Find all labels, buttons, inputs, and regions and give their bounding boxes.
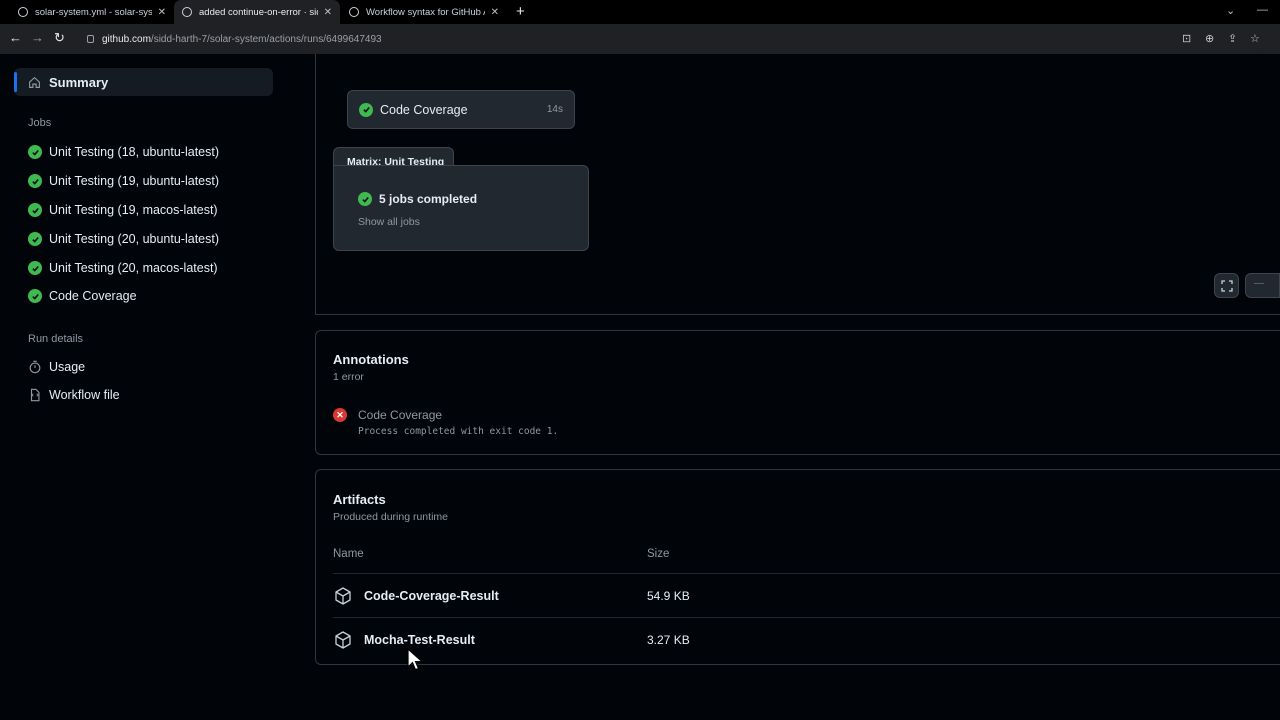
sidebar-item-label: Summary — [49, 74, 109, 90]
sidebar-item-workflow-file[interactable]: Workflow file — [28, 384, 120, 406]
artifacts-panel: Artifacts Produced during runtime Name S… — [315, 469, 1280, 665]
matrix-card: 5 jobs completed Show all jobs — [333, 165, 589, 251]
success-check-icon — [28, 174, 42, 188]
success-check-icon — [28, 145, 42, 159]
job-duration: 14s — [546, 104, 563, 115]
show-all-jobs-link[interactable]: Show all jobs — [358, 216, 420, 228]
job-label: Unit Testing (18, ubuntu-latest) — [49, 145, 220, 159]
active-indicator — [14, 72, 17, 92]
job-label: Unit Testing (20, macos-latest) — [49, 261, 218, 275]
run-details-heading: Run details — [28, 333, 84, 345]
column-header-size: Size — [647, 548, 670, 560]
artifact-row[interactable]: Code-Coverage-Result — [333, 583, 499, 609]
install-icon[interactable]: ⊡ — [1182, 32, 1191, 45]
sidebar-item-label: Usage — [49, 360, 86, 374]
github-icon — [18, 7, 28, 17]
sidebar-job-item[interactable]: Unit Testing (19, ubuntu-latest) — [28, 170, 219, 192]
url-host: github.com — [102, 33, 151, 45]
home-icon — [29, 76, 40, 88]
browser-tab-1[interactable]: solar-system.yml - solar-system ✕ — [10, 0, 174, 24]
job-label: Code Coverage — [49, 289, 137, 303]
annotations-subtitle: 1 error — [333, 371, 364, 383]
browser-tab-bar: solar-system.yml - solar-system ✕ added … — [0, 0, 1280, 24]
job-card-code-coverage[interactable]: Code Coverage 14s — [347, 90, 575, 129]
minimize-icon[interactable]: — — [1257, 4, 1268, 16]
success-check-icon — [358, 192, 372, 206]
artifact-name-link[interactable]: Code-Coverage-Result — [364, 589, 499, 603]
url-field[interactable]: github.com/sidd-harth-7/solar-system/act… — [78, 28, 1268, 50]
close-tab-icon[interactable]: ✕ — [324, 7, 332, 18]
sidebar-job-item[interactable]: Unit Testing (20, macos-latest) — [28, 257, 218, 279]
artifact-row[interactable]: Mocha-Test-Result — [333, 627, 475, 653]
reload-icon[interactable]: ↻ — [54, 30, 65, 46]
success-check-icon — [28, 261, 42, 275]
back-icon[interactable]: ← — [9, 30, 22, 45]
success-check-icon — [28, 232, 42, 246]
success-check-icon — [359, 102, 373, 117]
artifact-size: 3.27 KB — [647, 633, 690, 647]
annotation-message: Process completed with exit code 1. — [358, 426, 559, 437]
bookmark-star-icon[interactable]: ☆ — [1250, 32, 1260, 45]
artifacts-subtitle: Produced during runtime — [333, 511, 448, 523]
stopwatch-icon — [29, 360, 41, 374]
close-tab-icon[interactable]: ✕ — [158, 7, 166, 18]
matrix-status-label: 5 jobs completed — [379, 192, 478, 206]
sidebar-item-label: Workflow file — [49, 388, 120, 402]
matrix-status: 5 jobs completed — [358, 192, 477, 206]
sidebar-item-summary[interactable]: Summary — [14, 68, 273, 96]
tab-title: solar-system.yml - solar-system — [35, 6, 152, 18]
zoom-icon[interactable]: ⊕ — [1205, 32, 1214, 45]
error-x-icon: ✕ — [333, 408, 347, 422]
fullscreen-icon — [1220, 279, 1233, 292]
success-check-icon — [28, 289, 42, 303]
column-header-name: Name — [333, 548, 364, 560]
sidebar-item-usage[interactable]: Usage — [28, 356, 85, 378]
github-icon — [182, 7, 192, 17]
sidebar-job-item[interactable]: Unit Testing (19, macos-latest) — [28, 199, 218, 221]
address-bar-row: ← → ↻ github.com/sidd-harth-7/solar-syst… — [0, 24, 1280, 54]
sidebar-job-item[interactable]: Unit Testing (20, ubuntu-latest) — [28, 228, 219, 250]
job-card-label: Code Coverage — [380, 102, 468, 117]
package-icon — [335, 631, 351, 649]
package-icon — [335, 587, 351, 605]
share-icon[interactable]: ⇪ — [1228, 32, 1237, 45]
file-icon — [30, 388, 40, 402]
row-divider — [333, 617, 1280, 618]
site-info-icon[interactable] — [87, 35, 94, 43]
tab-search-icon[interactable]: ⌄ — [1226, 4, 1235, 17]
sidebar-job-item[interactable]: Code Coverage — [28, 285, 137, 307]
row-divider — [333, 573, 1280, 574]
new-tab-icon[interactable]: + — [516, 3, 525, 20]
artifact-size: 54.9 KB — [647, 589, 690, 603]
job-label: Unit Testing (19, ubuntu-latest) — [49, 174, 220, 188]
forward-icon[interactable]: → — [31, 30, 44, 45]
close-tab-icon[interactable]: ✕ — [491, 7, 499, 18]
mouse-pointer-icon — [407, 648, 423, 671]
tab-title: added continue-on-error · sidd-harth-7/s… — [199, 6, 318, 18]
job-label: Unit Testing (19, macos-latest) — [49, 203, 218, 217]
job-label: Unit Testing (20, ubuntu-latest) — [49, 232, 220, 246]
url-path: /sidd-harth-7/solar-system/actions/runs/… — [150, 33, 382, 45]
github-icon — [349, 7, 359, 17]
browser-tab-2[interactable]: added continue-on-error · sidd-harth-7/s… — [174, 0, 340, 24]
tab-title: Workflow syntax for GitHub Actions — [366, 6, 485, 18]
annotations-panel: Annotations 1 error ✕ Code Coverage Proc… — [315, 330, 1280, 455]
fullscreen-button[interactable] — [1214, 273, 1239, 298]
artifact-name-link[interactable]: Mocha-Test-Result — [364, 633, 475, 647]
sidebar-job-item[interactable]: Unit Testing (18, ubuntu-latest) — [28, 141, 219, 163]
jobs-heading: Jobs — [28, 117, 52, 129]
annotation-title[interactable]: Code Coverage — [358, 408, 442, 422]
browser-tab-3[interactable]: Workflow syntax for GitHub Actions ✕ — [341, 0, 507, 24]
zoom-out-button[interactable]: — — [1245, 273, 1280, 298]
artifacts-title: Artifacts — [333, 492, 386, 507]
annotations-title: Annotations — [333, 352, 409, 367]
success-check-icon — [28, 203, 42, 217]
